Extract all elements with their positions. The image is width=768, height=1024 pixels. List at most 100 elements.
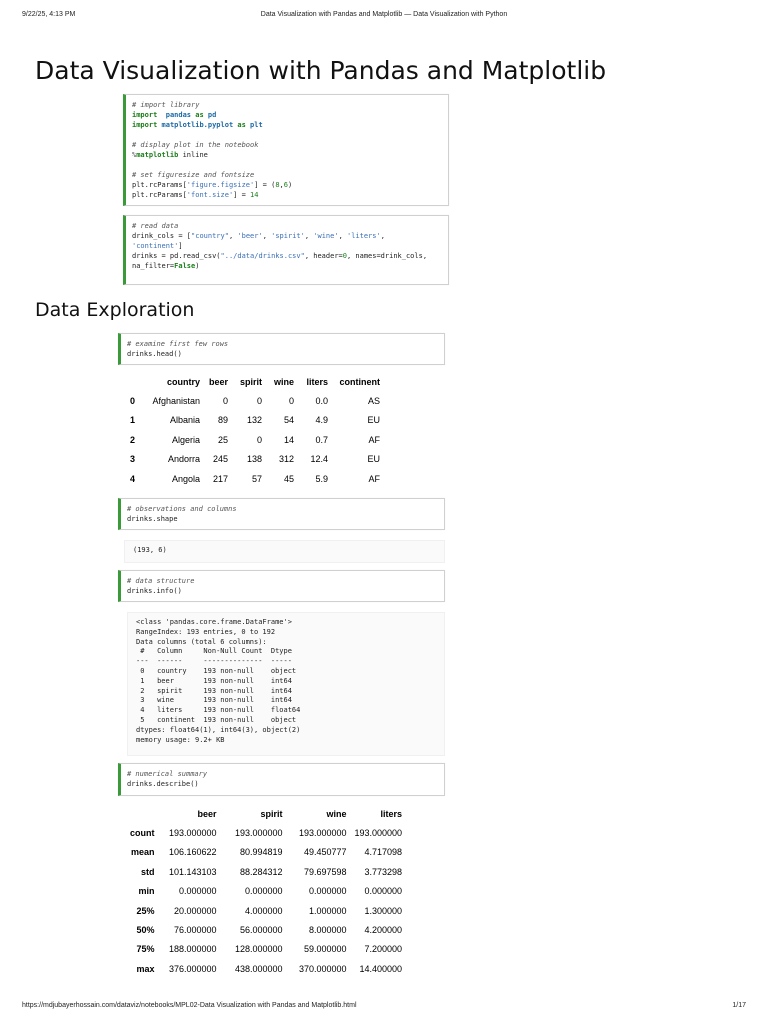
- code-token: # display plot in the notebook: [132, 141, 259, 149]
- code-token: ,: [338, 232, 348, 240]
- table-cell: 312: [278, 454, 294, 465]
- info-output-line: # Column Non-Null Count Dtype: [136, 647, 301, 656]
- table-cell: 4.200000: [364, 925, 403, 936]
- code-line: # data structure: [127, 576, 438, 586]
- code-line: # import library: [132, 100, 442, 110]
- info-output-line: Data columns (total 6 columns):: [136, 637, 267, 646]
- code-token: drinks = pd.read_csv(: [132, 252, 221, 260]
- table-cell: 54: [283, 415, 294, 426]
- table-row: std 101.143103 88.284312 79.697598 3.773298: [126, 862, 406, 881]
- code-token: 14: [250, 191, 259, 199]
- code-token: # data structure: [127, 577, 195, 585]
- table-cell: 0.000000: [244, 886, 283, 897]
- code-token: ] = (: [254, 181, 276, 189]
- code-line: drinks.describe(): [127, 779, 438, 789]
- table-row: min 0.000000 0.000000 0.000000 0.000000: [126, 882, 406, 901]
- code-cell-shape[interactable]: # observations and columns drinks.shape: [118, 498, 445, 530]
- table-cell: Angola: [171, 473, 200, 484]
- table-cell: AF: [368, 434, 380, 445]
- code-token: as: [191, 111, 208, 119]
- table-cell: 25: [217, 434, 228, 445]
- code-token: matplotlib.pyplot: [161, 121, 234, 129]
- row-index: max: [136, 963, 155, 974]
- code-cell-info[interactable]: # data structure drinks.info(): [118, 570, 445, 602]
- info-output-line: dtypes: float64(1), int64(3), object(2): [136, 725, 301, 734]
- code-line: plt.rcParams['figure.figsize'] = (8,6): [132, 180, 442, 190]
- row-index: 75%: [136, 944, 155, 955]
- table-cell: 12.4: [310, 454, 328, 465]
- code-cell-describe[interactable]: # numerical summary drinks.describe(): [118, 763, 445, 796]
- code-token: plt.rcParams[: [132, 181, 187, 189]
- table-row: 50% 76.000000 56.000000 8.000000 4.200000: [126, 920, 406, 939]
- code-token: drinks.describe(): [127, 780, 199, 788]
- code-cell-head[interactable]: # examine first few rows drinks.head(): [118, 333, 445, 365]
- info-output-line: <class 'pandas.core.frame.DataFrame'>: [136, 618, 292, 626]
- table-cell: 4.000000: [244, 905, 283, 916]
- code-line: # read data: [132, 221, 442, 231]
- info-output-line: 4 liters 193 non-null float64: [136, 706, 301, 715]
- code-line: # numerical summary: [127, 769, 438, 779]
- table-header-row: country beer spirit wine liters continent: [126, 372, 384, 391]
- code-token: inline: [178, 151, 208, 159]
- table-cell: 88.284312: [239, 866, 283, 877]
- column-header: beer: [208, 376, 228, 387]
- table-cell: 1.300000: [364, 905, 403, 916]
- code-line: 'continent']: [132, 241, 442, 251]
- code-token: pd: [207, 111, 217, 119]
- describe-output-table: beer spirit wine liters count 193.000000 193.0…: [126, 804, 406, 979]
- table-cell: Andorra: [167, 454, 200, 465]
- footer-url: https://mdjubayerhossain.com/dataviz/not…: [22, 1002, 357, 1009]
- code-token: # import library: [132, 101, 200, 109]
- table-cell: 79.697598: [303, 866, 347, 877]
- column-header: beer: [197, 808, 217, 819]
- info-output-line: memory usage: 9.2+ KB: [136, 735, 225, 744]
- table-cell: 14: [283, 434, 294, 445]
- table-cell: EU: [367, 415, 380, 426]
- table-cell: 438.000000: [234, 963, 283, 974]
- table-cell: 5.9: [315, 473, 328, 484]
- table-cell: 0.000000: [308, 886, 347, 897]
- code-line: drinks.head(): [127, 349, 438, 359]
- table-cell: 193.000000: [354, 828, 403, 839]
- row-index: min: [138, 886, 155, 897]
- table-cell: 20.000000: [173, 905, 217, 916]
- column-header: spirit: [239, 376, 262, 387]
- code-cell-read-data[interactable]: # read data drink_cols = ["country", 'bee…: [123, 215, 449, 285]
- table-cell: 0.000000: [364, 886, 403, 897]
- code-token: drink_cols = [: [132, 232, 192, 240]
- code-line: # display plot in the notebook: [132, 140, 442, 150]
- table-cell: 8.000000: [308, 925, 347, 936]
- table-cell: 59.000000: [303, 944, 347, 955]
- table-cell: 1.000000: [308, 905, 347, 916]
- table-cell: 0: [256, 434, 262, 445]
- code-token: matplotlib: [136, 151, 179, 159]
- table-cell: 193.000000: [298, 828, 347, 839]
- code-token: "../data/drinks.csv": [220, 252, 305, 260]
- table-header-row: beer spirit wine liters: [126, 804, 406, 823]
- code-token: ,: [380, 232, 385, 240]
- table-cell: 217: [212, 473, 228, 484]
- code-token: ,: [262, 232, 272, 240]
- code-line: import matplotlib.pyplot as plt: [132, 120, 442, 130]
- table-row: 4 Angola 217 57 45 5.9 AF: [126, 469, 384, 488]
- code-token: drinks.info(): [127, 587, 182, 595]
- info-output-line: --- ------ -------------- -----: [136, 657, 301, 666]
- head-output-table: country beer spirit wine liters continent 0 Afg…: [126, 372, 384, 488]
- row-index: 0: [130, 396, 136, 407]
- table-cell: EU: [367, 454, 380, 465]
- column-header: [126, 804, 159, 823]
- column-header: country: [166, 376, 200, 387]
- info-output: <class 'pandas.core.frame.DataFrame'> Ran…: [127, 612, 445, 756]
- code-token: 'spirit': [271, 232, 305, 240]
- code-token: "country": [191, 232, 229, 240]
- code-token: # examine first few rows: [127, 340, 229, 348]
- table-cell: 76.000000: [173, 925, 217, 936]
- table-cell: 138: [246, 454, 262, 465]
- info-output-line: RangeIndex: 193 entries, 0 to 192: [136, 627, 276, 636]
- code-cell-imports[interactable]: # import library import pandas as pd impor…: [123, 94, 449, 206]
- code-token: , names=drink_cols,: [346, 252, 428, 260]
- code-token: pandas: [165, 111, 192, 119]
